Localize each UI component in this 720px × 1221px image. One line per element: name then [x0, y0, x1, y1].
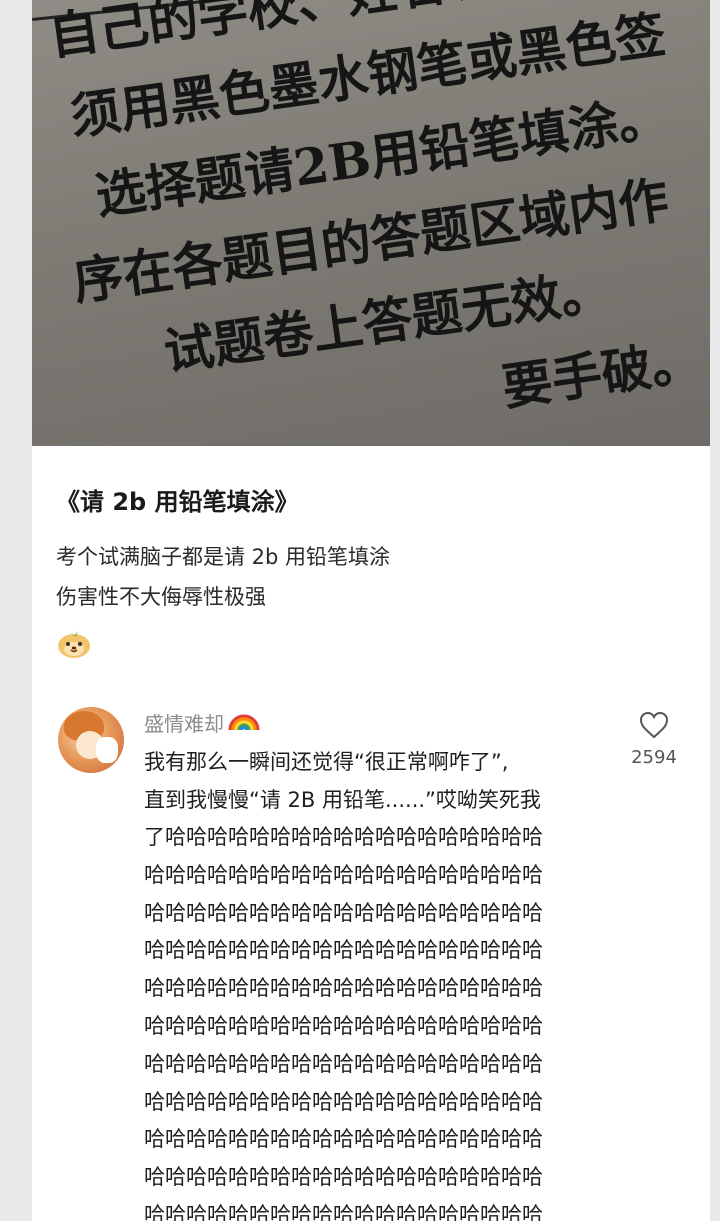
post-content: 《请 2b 用铅笔填涂》 考个试满脑子都是请 2b 用铅笔填涂 伤害性不大侮辱性… [32, 446, 710, 663]
comment-header: 盛情难却 [144, 707, 590, 737]
comment-line: 哈哈哈哈哈哈哈哈哈哈哈哈哈哈哈哈哈哈哈 [144, 1165, 543, 1190]
post-photo[interactable]: 自己的学校、姓名、考号 须用黑色墨水钢笔或黑色签 选择题请2B用铅笔填涂。 序在… [32, 0, 710, 446]
comment-line: 我有那么一瞬间还觉得“很正常啊咋了”, [144, 750, 509, 774]
comment-item: 盛情难却 我有那么一瞬间还觉得“很正常啊咋了”, 直到我慢慢“请 2B 用铅笔.… [32, 707, 710, 1221]
post-body: 考个试满脑子都是请 2b 用铅笔填涂 伤害性不大侮辱性极强 [56, 537, 670, 617]
comment-line: 哈哈哈哈哈哈哈哈哈哈哈哈哈哈哈哈哈哈哈 [144, 1089, 543, 1114]
post-body-line: 伤害性不大侮辱性极强 [56, 585, 266, 609]
comment-line: 哈哈哈哈哈哈哈哈哈哈哈哈哈哈哈哈哈哈哈 [144, 1051, 543, 1076]
rainbow-icon [228, 714, 260, 731]
post-body-line: 考个试满脑子都是请 2b 用铅笔填涂 [56, 545, 391, 569]
comment-line: 直到我慢慢“请 2B 用铅笔......”哎呦笑死我 [144, 788, 541, 812]
dog-face-sticker-icon [58, 631, 90, 658]
post-title: 《请 2b 用铅笔填涂》 [56, 488, 299, 516]
comment-line: 哈哈哈哈哈哈哈哈哈哈哈哈哈哈哈哈哈哈哈 [144, 1127, 543, 1152]
comment-line: 哈哈哈哈哈哈哈哈哈哈哈哈哈哈哈哈哈哈哈 [144, 1202, 543, 1221]
comment-line: 哈哈哈哈哈哈哈哈哈哈哈哈哈哈哈哈哈哈哈 [144, 862, 543, 887]
photo-text-block: 自己的学校、姓名、考号 须用黑色墨水钢笔或黑色签 选择题请2B用铅笔填涂。 序在… [32, 0, 710, 446]
comment-line: 哈哈哈哈哈哈哈哈哈哈哈哈哈哈哈哈哈哈哈 [144, 938, 543, 963]
comment-username[interactable]: 盛情难却 [144, 708, 224, 737]
like-count: 2594 [631, 747, 677, 768]
post-card: 自己的学校、姓名、考号 须用黑色墨水钢笔或黑色签 选择题请2B用铅笔填涂。 序在… [32, 0, 710, 1221]
avatar[interactable] [58, 707, 124, 773]
comment-line: 哈哈哈哈哈哈哈哈哈哈哈哈哈哈哈哈哈哈哈 [144, 900, 543, 925]
like-button[interactable]: 2594 [618, 711, 690, 768]
avatar-hand [96, 737, 118, 763]
comment-line: 了哈哈哈哈哈哈哈哈哈哈哈哈哈哈哈哈哈哈 [144, 825, 543, 849]
comment-text: 我有那么一瞬间还觉得“很正常啊咋了”, 直到我慢慢“请 2B 用铅笔......… [144, 743, 590, 1221]
comment-line: 哈哈哈哈哈哈哈哈哈哈哈哈哈哈哈哈哈哈哈 [144, 1013, 543, 1038]
heart-icon[interactable] [639, 711, 669, 739]
comment-line: 哈哈哈哈哈哈哈哈哈哈哈哈哈哈哈哈哈哈哈 [144, 976, 543, 1001]
